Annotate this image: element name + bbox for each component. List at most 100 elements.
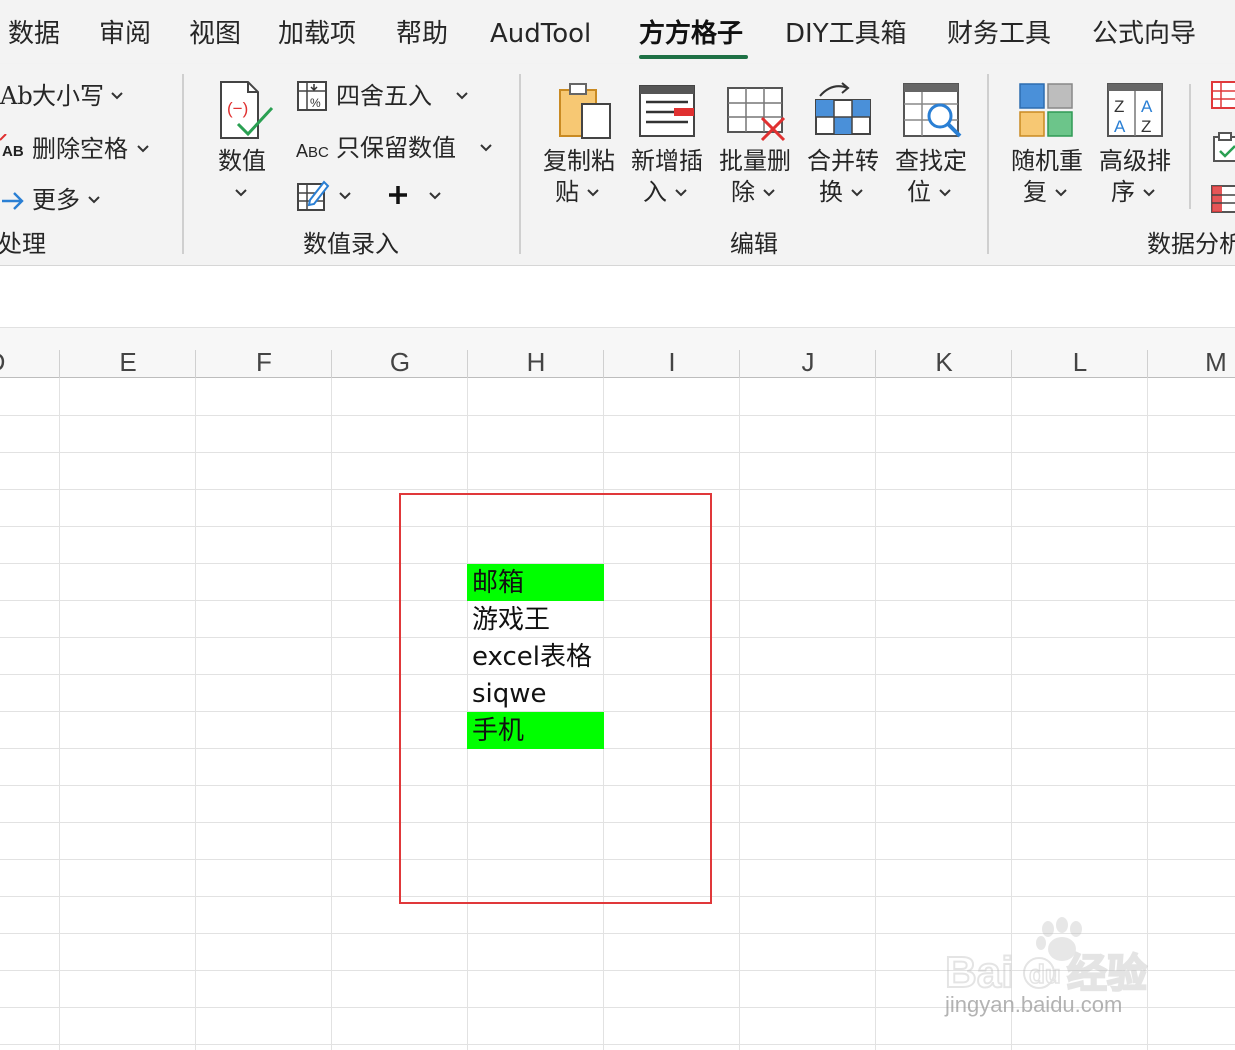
- more-button[interactable]: 更多: [32, 185, 80, 215]
- svg-text:Bai: Bai: [945, 948, 1013, 995]
- svg-text:A: A: [1114, 117, 1126, 136]
- round-button[interactable]: 四舍五入: [336, 81, 432, 111]
- value-button-label: 数值: [218, 147, 266, 175]
- remove-spaces-icon: AB: [0, 134, 28, 162]
- column-header-f[interactable]: F: [196, 328, 332, 378]
- advanced-sort-label-2: 序: [1111, 178, 1135, 206]
- insert-label-2: 入: [643, 178, 667, 206]
- find-locate-label: 查找定: [895, 147, 967, 175]
- chevron-down-icon: [1054, 188, 1070, 202]
- insert-button[interactable]: 新增插 入: [628, 80, 708, 210]
- svg-text:(−): (−): [227, 99, 248, 118]
- advanced-sort-label: 高级排: [1099, 147, 1171, 175]
- grid-column-line: [59, 378, 60, 1050]
- random-repeat-label: 随机重: [1011, 147, 1083, 175]
- merge-cells-icon: [812, 80, 874, 140]
- tab-data[interactable]: 数据: [8, 16, 60, 52]
- table-icon[interactable]: [1210, 80, 1235, 110]
- value-convert-icon: (−): [218, 80, 276, 142]
- grid-row-line: [0, 452, 1235, 453]
- svg-text:du: du: [1029, 959, 1061, 989]
- batch-delete-label-2: 除: [731, 178, 755, 206]
- formula-bar-area[interactable]: [0, 266, 1235, 328]
- group-label-data-analysis: 数据分析: [1147, 230, 1235, 258]
- case-button[interactable]: 大小写: [32, 81, 104, 111]
- svg-text:AB: AB: [2, 143, 24, 160]
- advanced-sort-button[interactable]: Z A A Z 高级排 序: [1096, 80, 1176, 210]
- value-button[interactable]: (−) 数值: [212, 80, 276, 210]
- remove-spaces-button[interactable]: 删除空格: [32, 134, 128, 164]
- column-header-g[interactable]: G: [332, 328, 468, 378]
- chevron-down-icon: [762, 188, 778, 202]
- group-divider: [519, 74, 521, 254]
- column-header-row: D E F G H I J K L M: [0, 328, 1235, 378]
- ribbon: Ab 大小写 AB 删除空格 更多 处理 (−) 数值 % 四舍五入 ABC 只…: [0, 64, 1235, 266]
- tab-formula-wizard[interactable]: 公式向导: [1092, 16, 1196, 52]
- column-header-j[interactable]: J: [740, 328, 876, 378]
- column-header-m[interactable]: M: [1148, 328, 1235, 378]
- copy-paste-button[interactable]: 复制粘 贴: [540, 80, 620, 210]
- svg-text:%: %: [310, 96, 321, 110]
- tab-audtool[interactable]: AudTool: [490, 16, 591, 52]
- grid-column-line: [195, 378, 196, 1050]
- keep-numbers-button[interactable]: 只保留数值: [336, 133, 456, 163]
- tab-help[interactable]: 帮助: [396, 16, 448, 52]
- column-header-e[interactable]: E: [60, 328, 196, 378]
- chevron-down-icon[interactable]: [136, 144, 152, 158]
- chevron-down-icon[interactable]: [110, 91, 126, 105]
- tab-view[interactable]: 视图: [189, 16, 241, 52]
- tab-finance-tools[interactable]: 财务工具: [947, 16, 1051, 52]
- plus-icon[interactable]: [387, 184, 409, 206]
- chevron-down-icon: [674, 188, 690, 202]
- arrow-right-icon: [0, 188, 26, 214]
- chevron-down-icon: [850, 188, 866, 202]
- grid-row-line: [0, 1044, 1235, 1045]
- grid-row-line: [0, 415, 1235, 416]
- chevron-down-icon: [1142, 188, 1158, 202]
- tab-diy-toolbox[interactable]: DIY工具箱: [785, 16, 907, 52]
- find-locate-label-2: 位: [907, 178, 931, 206]
- group-label-text-processing: 处理: [0, 230, 46, 258]
- grid-column-line: [739, 378, 740, 1050]
- tab-review[interactable]: 审阅: [99, 16, 151, 52]
- grid-row-line: [0, 489, 1235, 490]
- svg-text:经验: 经验: [1067, 951, 1147, 995]
- delete-grid-icon: [726, 84, 788, 144]
- chevron-down-icon[interactable]: [455, 91, 471, 105]
- round-icon: %: [296, 80, 328, 112]
- chevron-down-icon[interactable]: [479, 143, 495, 157]
- svg-text:A: A: [1141, 97, 1153, 116]
- column-header-h[interactable]: H: [468, 328, 604, 378]
- column-header-d[interactable]: D: [0, 328, 60, 378]
- find-magnifier-icon: [902, 82, 964, 142]
- chevron-down-icon[interactable]: [428, 191, 444, 205]
- batch-delete-button[interactable]: 批量删 除: [716, 80, 796, 210]
- group-divider: [1189, 84, 1191, 209]
- table-split-icon[interactable]: [1210, 184, 1235, 214]
- copy-paste-label: 复制粘: [543, 147, 615, 175]
- chevron-down-icon[interactable]: [338, 191, 354, 205]
- chevron-down-icon[interactable]: [87, 195, 103, 209]
- edit-form-icon[interactable]: [296, 178, 330, 212]
- sort-az-icon: Z A A Z: [1106, 82, 1166, 140]
- tab-addins[interactable]: 加载项: [278, 16, 356, 52]
- column-header-i[interactable]: I: [604, 328, 740, 378]
- column-header-k[interactable]: K: [876, 328, 1012, 378]
- insert-label: 新增插: [631, 147, 703, 175]
- random-repeat-label-2: 复: [1023, 178, 1047, 206]
- merge-convert-label: 合并转: [807, 147, 879, 175]
- menu-tab-bar: 数据 审阅 视图 加载项 帮助 AudTool 方方格子 DIY工具箱 财务工具…: [0, 0, 1235, 64]
- column-header-l[interactable]: L: [1012, 328, 1148, 378]
- tab-fangfanggezi[interactable]: 方方格子: [639, 16, 743, 52]
- merge-convert-button[interactable]: 合并转 换: [804, 80, 884, 210]
- watermark-url: jingyan.baidu.com: [945, 992, 1123, 1017]
- svg-text:Z: Z: [1141, 117, 1151, 136]
- case-icon: Ab: [0, 82, 33, 110]
- copy-paste-label-2: 贴: [555, 178, 579, 206]
- find-locate-button[interactable]: 查找定 位: [892, 80, 972, 210]
- grid-column-line: [875, 378, 876, 1050]
- random-repeat-button[interactable]: 随机重 复: [1008, 80, 1088, 210]
- insert-rows-icon: [638, 84, 698, 140]
- active-tab-indicator: [639, 55, 748, 59]
- clipboard-check-icon[interactable]: [1212, 132, 1235, 164]
